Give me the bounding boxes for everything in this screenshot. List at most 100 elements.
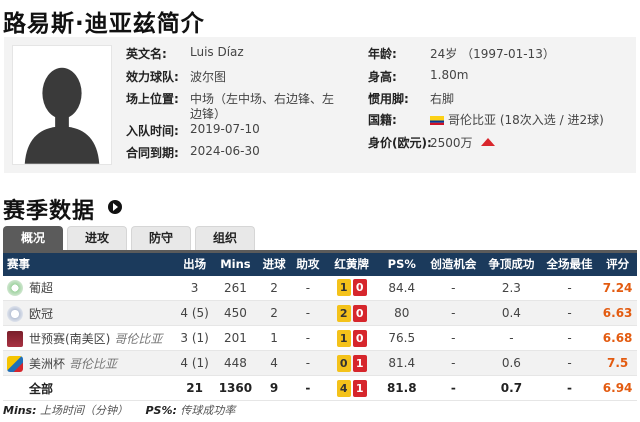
ps-cell: 84.4: [378, 275, 425, 301]
goals-cell: 9: [256, 375, 292, 401]
aerial-cell: 0.6: [482, 350, 541, 376]
ps-cell: 76.5: [378, 325, 425, 351]
table-footnote: Mins: 上场时间（分钟） PS%: 传球成功率: [3, 402, 235, 418]
world-cup-qualifier-icon: [7, 330, 23, 347]
col-header-cards: 红黄牌: [324, 250, 379, 276]
red-card-count: 0: [352, 279, 367, 297]
colombia-flag-icon: [430, 116, 444, 125]
stats-tabs: 概况 进攻 防守 组织: [3, 226, 259, 250]
tab-overview[interactable]: 概况: [3, 226, 63, 250]
mins-cell: 1360: [214, 375, 257, 401]
yellow-card-count: 1: [336, 279, 351, 297]
foot-label: 惯用脚:: [368, 92, 409, 106]
english-name: Luis Díaz: [190, 45, 244, 59]
assists-cell: -: [291, 275, 325, 301]
season-stats-title: 赛季数据: [3, 199, 96, 224]
nationality[interactable]: 哥伦比亚 (18次入选 / 进2球): [430, 111, 604, 128]
join-date: 2019-07-10: [190, 122, 260, 136]
table-row: 欧冠 4 (5) 450 2 - 20 80 - 0.4 - 6.63: [3, 300, 637, 326]
season-stats-table: 赛事 出场 Mins 进球 助攻 红黄牌 PS% 创造机会 争顶成功 全场最佳 …: [3, 250, 637, 401]
competition-name[interactable]: 葡超: [29, 281, 53, 295]
chances-cell: -: [424, 375, 483, 401]
goals-cell: 4: [256, 350, 292, 376]
age: 24岁 （1997-01-13）: [430, 47, 555, 61]
chances-cell: -: [424, 325, 483, 351]
market-value-text: 2500万: [430, 136, 473, 150]
yellow-card-count: 4: [336, 379, 351, 397]
contract-date: 2024-06-30: [190, 144, 260, 158]
col-header-rating: 评分: [598, 250, 637, 276]
red-card-count: 0: [352, 329, 367, 347]
tab-attack[interactable]: 进攻: [67, 226, 127, 250]
height: 1.80m: [430, 68, 469, 82]
apps-cell: 4 (5): [175, 300, 215, 326]
competition-name[interactable]: 欧冠: [29, 307, 53, 321]
chances-cell: -: [424, 350, 483, 376]
mins-cell: 448: [214, 350, 257, 376]
cards-cell: 20: [324, 300, 379, 326]
total-row: 全部 21 1360 9 - 41 81.8 - 0.7 - 6.94: [3, 375, 637, 401]
mins-cell: 450: [214, 300, 257, 326]
apps-cell: 4 (1): [175, 350, 215, 376]
goals-cell: 2: [256, 300, 292, 326]
col-header-goals: 进球: [256, 250, 292, 276]
mins-desc: 上场时间（分钟）: [40, 404, 128, 417]
mins-cell: 261: [214, 275, 257, 301]
col-header-assists: 助攻: [291, 250, 325, 276]
person-silhouette-icon: [13, 46, 111, 164]
cards-cell: 10: [324, 325, 379, 351]
yellow-card-count: 2: [336, 304, 351, 322]
col-header-competition: 赛事: [3, 250, 176, 276]
table-row: 世预赛(南美区) 哥伦比亚 3 (1) 201 1 - 10 76.5 - - -…: [3, 325, 637, 351]
ps-desc: 传球成功率: [180, 404, 236, 417]
position-line2: 边锋）: [190, 107, 227, 121]
table-header-row: 赛事 出场 Mins 进球 助攻 红黄牌 PS% 创造机会 争顶成功 全场最佳 …: [3, 250, 637, 276]
mins-cell: 201: [214, 325, 257, 351]
col-header-mins: Mins: [214, 250, 257, 276]
value-label: 身价(欧元):: [368, 136, 432, 150]
assists-cell: -: [291, 350, 325, 376]
red-card-count: 1: [352, 379, 367, 397]
copa-america-icon: [7, 355, 23, 372]
motm-cell: -: [540, 325, 599, 351]
table-row: 美洲杯 哥伦比亚 4 (1) 448 4 - 01 81.4 - 0.6 - 7.…: [3, 350, 637, 376]
english-name-label: 英文名:: [126, 47, 167, 61]
motm-cell: -: [540, 350, 599, 376]
apps-cell: 3: [175, 275, 215, 301]
competition-name[interactable]: 世预赛(南美区): [29, 332, 110, 346]
chances-cell: -: [424, 275, 483, 301]
table-row: 葡超 3 261 2 - 10 84.4 - 2.3 - 7.24: [3, 275, 637, 301]
col-header-chances: 创造机会: [424, 250, 483, 276]
motm-cell: -: [540, 375, 599, 401]
join-date-label: 入队时间:: [126, 124, 179, 138]
cards-cell: 41: [324, 375, 379, 401]
aerial-cell: 2.3: [482, 275, 541, 301]
total-label: 全部: [3, 375, 176, 401]
tab-organization[interactable]: 组织: [195, 226, 255, 250]
aerial-cell: -: [482, 325, 541, 351]
rating-cell: 6.94: [598, 375, 637, 401]
cards-cell: 10: [324, 275, 379, 301]
motm-cell: -: [540, 275, 599, 301]
height-label: 身高:: [368, 70, 397, 84]
goals-cell: 2: [256, 275, 292, 301]
champions-league-icon: [7, 305, 23, 322]
ps-cell: 80: [378, 300, 425, 326]
ps-cell: 81.8: [378, 375, 425, 401]
competition-name[interactable]: 美洲杯: [29, 357, 65, 371]
col-header-motm: 全场最佳: [540, 250, 599, 276]
tab-defense[interactable]: 防守: [131, 226, 191, 250]
avatar: [12, 45, 112, 165]
ps-key: PS%:: [145, 404, 177, 417]
liga-portugal-icon: [7, 280, 23, 297]
arrow-right-circle-icon[interactable]: [108, 200, 122, 214]
mins-key: Mins:: [3, 404, 37, 417]
club-link[interactable]: 波尔图: [190, 68, 226, 85]
team-note: 哥伦比亚: [69, 356, 118, 371]
nationality-label: 国籍:: [368, 113, 397, 127]
col-header-ps: PS%: [378, 250, 425, 276]
motm-cell: -: [540, 300, 599, 326]
player-profile: 英文名: Luis Díaz 效力球队: 波尔图 场上位置: 中场（左中场、右边…: [4, 37, 636, 173]
nationality-text: 哥伦比亚 (18次入选 / 进2球): [448, 113, 604, 127]
yellow-card-count: 1: [336, 329, 351, 347]
